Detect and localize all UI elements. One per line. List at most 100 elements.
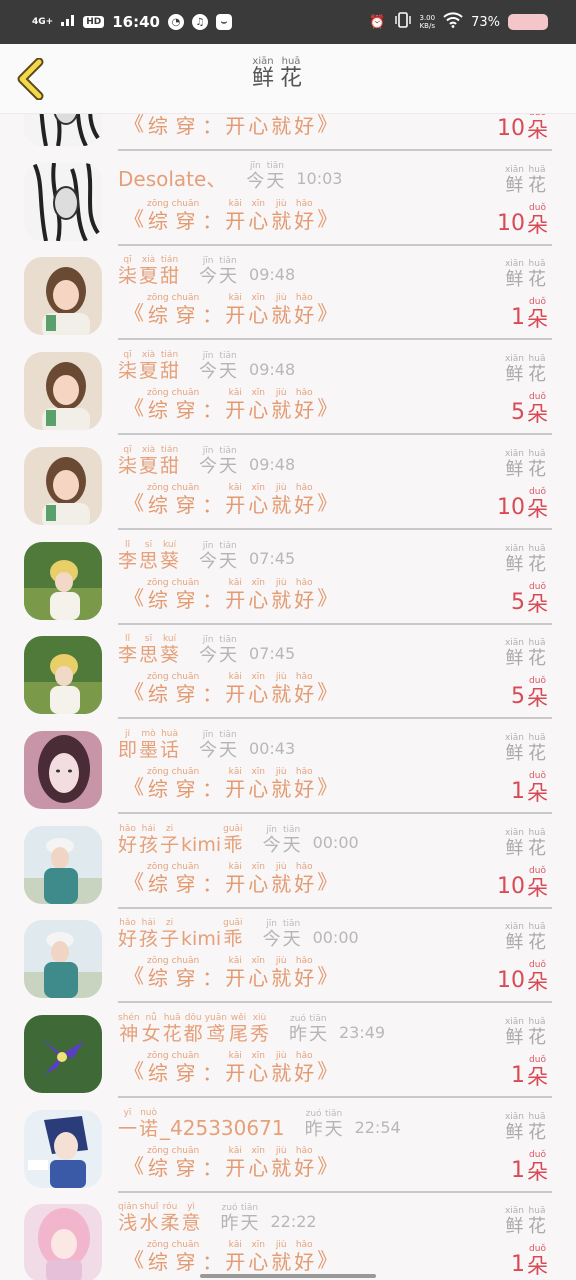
list-item[interactable]: qī 柒 xià 夏 tián 甜 jīn 今 tiān 天 09:48 xiān 鲜 huā 花《 zōng… [0, 245, 576, 341]
flower-label-char: huā 花 [528, 733, 546, 764]
list-item[interactable]: qī 柒 xià 夏 tián 甜 jīn 今 tiān 天 09:48 xiān 鲜 huā 花《 zōng… [0, 435, 576, 530]
flower-label-char: huā 花 [528, 544, 546, 575]
back-button[interactable] [14, 57, 48, 101]
day-char-char: 昨 [288, 1024, 307, 1046]
avatar[interactable] [24, 1204, 102, 1280]
list-item[interactable]: hǎo 好 hái 孩 zi 子 kimi guāi 乖 jīn 今 tiān 天 00:00 xiān 鲜… [0, 908, 576, 1004]
avatar[interactable] [24, 1109, 102, 1188]
list-item[interactable]: hǎo 好 hái 孩 zi 子 kimi guāi 乖 jīn 今 tiān 天 00:00 xiān 鲜… [0, 814, 576, 909]
flower-record-list[interactable]: 《zōng综chuān穿 ：kāi开xīn心jiù就hǎo好》 10 duǒ朵 Des… [0, 114, 576, 1280]
message-char-char: 就 [271, 776, 292, 801]
gift-message: 《zōng综chuān穿 ：kāi开xīn心jiù就hǎo好》 [124, 956, 337, 989]
avatar[interactable] [24, 352, 102, 431]
avatar[interactable] [24, 636, 102, 715]
list-item[interactable]: qiǎn 浅 shuǐ 水 róu 柔 yì 意 zuó 昨 tiān 天 22:22 xiān 鲜 huā 花… [0, 1192, 576, 1280]
message-char: xīn心 [248, 114, 268, 137]
message-char-char: 就 [271, 398, 292, 423]
message-char-char: 就 [271, 1061, 292, 1085]
name-char-pinyin: huā [163, 1013, 181, 1023]
quote-close: 》 [317, 680, 338, 705]
name-char: guāi 乖 [223, 824, 242, 856]
list-item[interactable]: lǐ 李 sī 思 kuí 葵 jīn 今 tiān 天 07:45 xiān 鲜 huā 花《 zōng 综 c… [0, 624, 576, 720]
message-char: ： [202, 1051, 222, 1084]
list-item[interactable]: shén 神 nǚ 女 huā 花 dōu 都 yuān 鸢 wěi 尾 xiù 秀 zuó 昨 tiān 天 23… [0, 1003, 576, 1098]
message-char-pinyin: zōng [147, 482, 169, 493]
flower-count: 5 duǒ 朵 [511, 582, 548, 616]
quote-close: 》 [317, 114, 338, 136]
wifi-icon [443, 12, 463, 32]
flower-label: xiān 鲜 huā 花 [505, 449, 546, 480]
quote-close: 》 [317, 396, 338, 421]
name-char-char: 孩 [139, 928, 159, 951]
network-speed: 3.00 KB/s [420, 14, 436, 30]
flower-unit: duǒ朵 [527, 771, 548, 805]
day-char: jīn 今 [199, 446, 217, 477]
day-char-char: 今 [199, 361, 218, 383]
message-char-pinyin: kāi [228, 956, 242, 967]
message-char-char: ： [202, 114, 223, 138]
message-char-char: 穿 [175, 1155, 196, 1180]
avatar[interactable] [24, 446, 102, 525]
avatar[interactable] [24, 730, 102, 809]
avatar[interactable] [24, 1015, 102, 1093]
flower-count-number: 10 [497, 116, 525, 142]
list-item[interactable]: qī 柒 xià 夏 tián 甜 jīn 今 tiān 天 09:48 xiān 鲜 huā 花《 zōng… [0, 340, 576, 436]
message-char: kāi开 [225, 1240, 245, 1273]
flower-unit: duǒ朵 [527, 1055, 548, 1089]
message-char-pinyin: chuān [171, 672, 200, 683]
name-char: zi 子 [160, 824, 179, 856]
message-char-char: 就 [271, 682, 292, 707]
message-char-pinyin: hǎo [295, 956, 313, 967]
avatar[interactable] [24, 825, 102, 904]
avatar[interactable] [24, 162, 102, 241]
name-char: tián 甜 [160, 255, 179, 287]
avatar[interactable] [24, 920, 102, 999]
name-char-pinyin: qī [123, 350, 132, 361]
name-char-pinyin: kuí [162, 634, 177, 645]
flower-unit: duǒ朵 [527, 582, 548, 616]
list-item[interactable]: 《zōng综chuān穿 ：kāi开xīn心jiù就hǎo好》10duǒ朵 [0, 114, 576, 151]
title-char-char: 花 [280, 66, 303, 91]
message-char-pinyin: hǎo [295, 861, 313, 872]
flower-label-char: huā 花 [528, 1112, 546, 1143]
flower-label-char-char: 鲜 [505, 458, 524, 480]
flower-label-char: xiān 鲜 [505, 828, 524, 859]
flower-label-char-pinyin: xiān [504, 543, 524, 554]
sender-name: qī 柒 xià 夏 tián 甜 jīn 今 tiān 天 09:48 [118, 350, 295, 382]
list-item[interactable]: yī 一 nuò 诺 _425330671 zuó 昨 tiān 天 22:54 xiān 鲜 huā 花… [0, 1098, 576, 1193]
flower-label-char-char: 鲜 [505, 1216, 524, 1238]
name-char: nǚ 女 [142, 1013, 161, 1045]
list-item[interactable]: Desolate、 jīn 今 tiān 天 10:03 xiān 鲜 huā 花《 zōng 综 ch… [0, 151, 576, 246]
flower-unit-char: 朵 [527, 970, 548, 995]
list-item[interactable]: jí 即 mò 墨 huà 话 jīn 今 tiān 天 00:43 xiān 鲜 huā 花《 zōng 综 c… [0, 719, 576, 814]
day-char-pinyin: tiān [282, 919, 301, 930]
message-char-char: 开 [225, 682, 246, 707]
flower-label-char: xiān 鲜 [505, 733, 524, 764]
message-char: jiù就 [271, 483, 291, 516]
list-item[interactable]: lǐ 李 sī 思 kuí 葵 jīn 今 tiān 天 07:45 xiān 鲜 huā 花《 zōng 综 c… [0, 530, 576, 625]
send-clock: 00:43 [249, 738, 296, 758]
name-char-char: 鸢 [206, 1023, 226, 1045]
send-clock: 09:48 [249, 454, 296, 474]
avatar[interactable] [24, 257, 102, 336]
name-char-pinyin: tián [160, 444, 179, 455]
flower-unit: duǒ朵 [527, 297, 548, 331]
message-char-pinyin: chuān [171, 1051, 200, 1061]
flower-label: xiān 鲜 huā 花 [505, 354, 546, 385]
day-char-char: 天 [282, 834, 301, 856]
name-char-pinyin: hái [141, 823, 156, 834]
avatar[interactable] [24, 541, 102, 620]
message-char: kāi开 [225, 1051, 245, 1084]
flower-label-char-char: 花 [528, 364, 546, 386]
day-char: jīn 今 [263, 825, 281, 856]
day-char: tiān 天 [219, 635, 237, 666]
name-char: sī 思 [139, 540, 158, 572]
chevron-left-icon [17, 57, 44, 101]
flower-label-char: huā 花 [528, 449, 546, 480]
message-char: jiù就 [271, 293, 291, 326]
avatar[interactable] [24, 114, 102, 146]
home-indicator[interactable] [200, 1274, 376, 1278]
send-time: zuó 昨 tiān 天 22:22 [220, 1203, 316, 1234]
flower-unit-char: 朵 [527, 1254, 548, 1279]
message-char-char: 综 [147, 1155, 168, 1180]
